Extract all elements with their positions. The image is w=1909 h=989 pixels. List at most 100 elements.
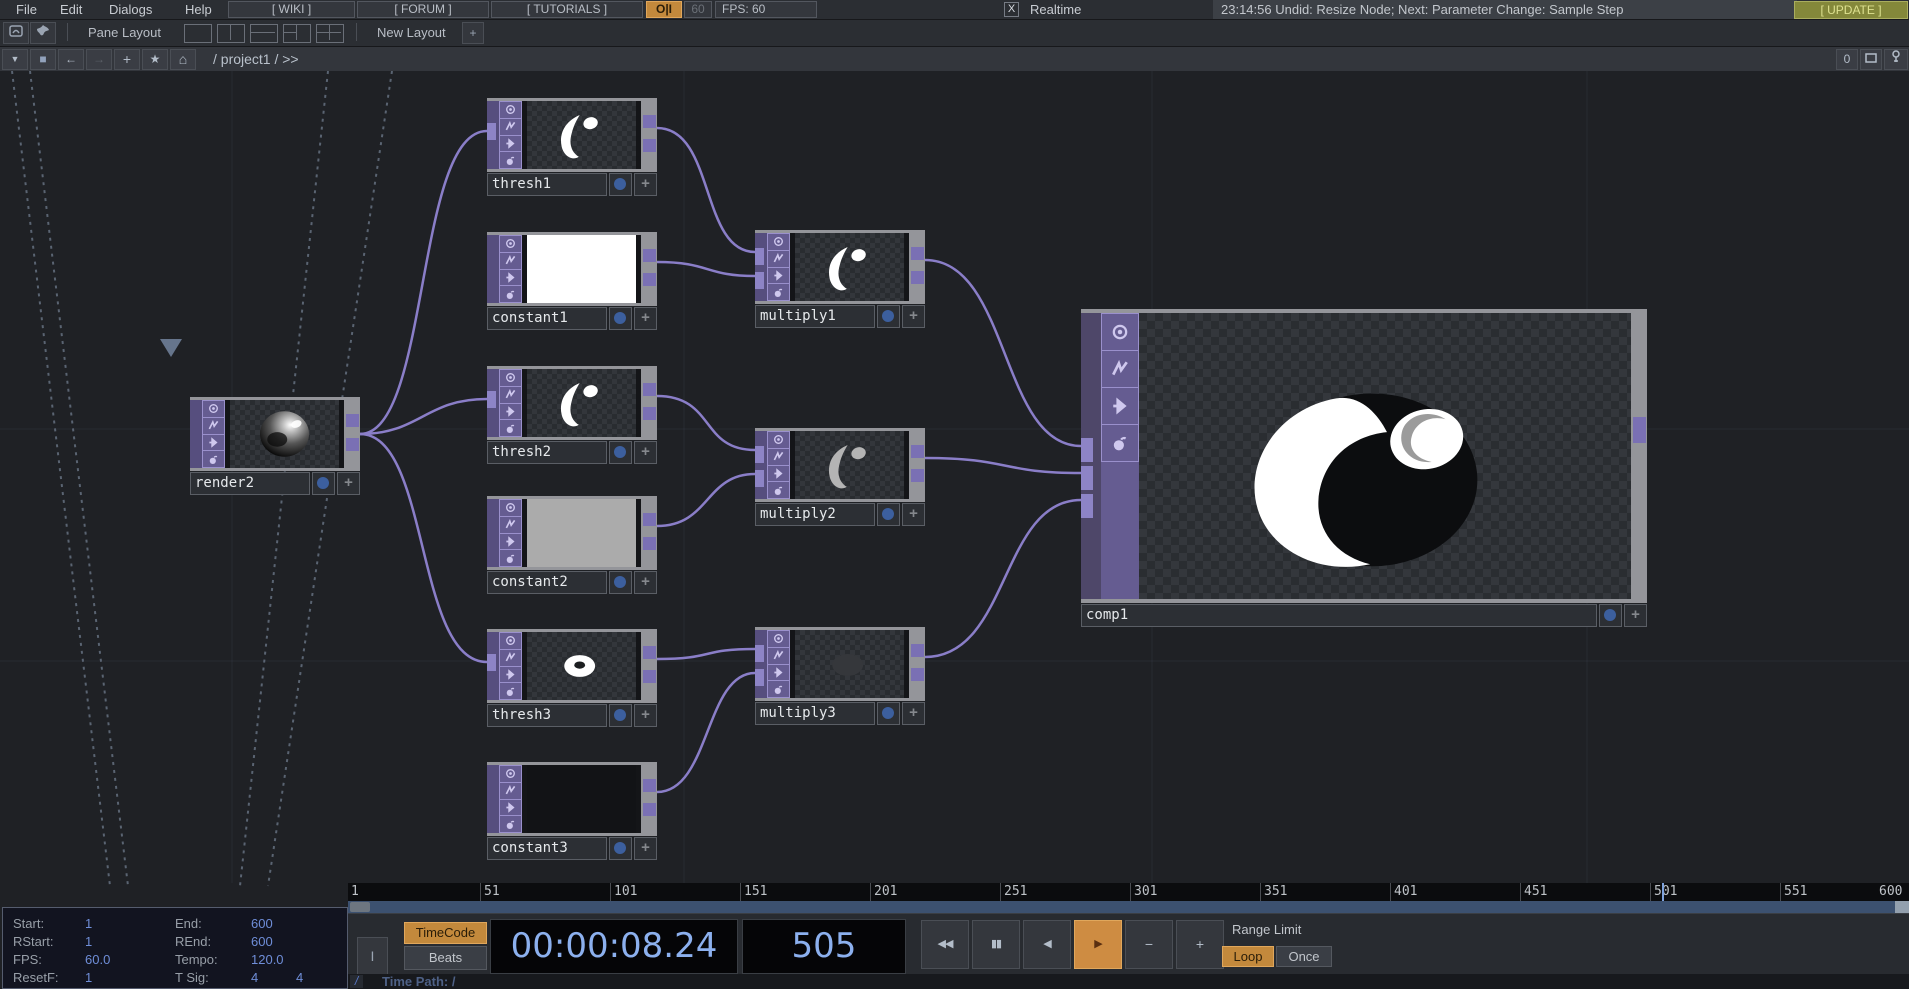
output-connector-strip[interactable]: [641, 101, 657, 169]
bookmarks-button[interactable]: ★: [142, 49, 168, 70]
bypass-flag-icon[interactable]: [499, 385, 522, 403]
display-toggle[interactable]: [877, 702, 900, 725]
input-connector-strip[interactable]: [755, 630, 767, 698]
wiki-button[interactable]: [ WIKI ]: [228, 1, 355, 18]
tutorials-button[interactable]: [ TUTORIALS ]: [491, 1, 643, 18]
input-connector-strip[interactable]: [487, 632, 499, 700]
lock-flag-icon[interactable]: [499, 419, 522, 437]
pin-button[interactable]: [1884, 49, 1908, 70]
playhead[interactable]: [1662, 883, 1664, 901]
lock-flag-icon[interactable]: [767, 680, 790, 698]
beats-mode-button[interactable]: Beats: [404, 946, 487, 970]
viewer-flag-icon[interactable]: [767, 630, 790, 647]
tsig-value-2[interactable]: 4: [296, 968, 303, 988]
pause-button[interactable]: ▮▮: [972, 920, 1020, 969]
update-button[interactable]: [ UPDATE ]: [1794, 1, 1908, 19]
display-toggle[interactable]: [609, 571, 632, 594]
output-connector-strip[interactable]: [641, 765, 657, 833]
expand-button[interactable]: +: [1624, 604, 1647, 627]
fps-value[interactable]: 60.0: [85, 950, 110, 970]
node-constant1[interactable]: constant1 +: [487, 232, 657, 330]
timeline-range-bar[interactable]: [348, 901, 1909, 913]
display-toggle[interactable]: [877, 305, 900, 328]
lock-flag-icon[interactable]: [499, 549, 522, 567]
input-connector-strip[interactable]: [487, 369, 499, 437]
expand-button[interactable]: +: [634, 307, 657, 330]
end-value[interactable]: 600: [251, 914, 273, 934]
node-name[interactable]: render2: [190, 472, 310, 495]
bypass-flag-icon[interactable]: [499, 648, 522, 666]
lock-flag-icon[interactable]: [767, 481, 790, 499]
export-flag-icon[interactable]: [499, 798, 522, 816]
once-button[interactable]: Once: [1276, 946, 1332, 967]
node-thresh3[interactable]: thresh3 +: [487, 629, 657, 727]
input-connector-strip[interactable]: [190, 400, 202, 468]
node-name[interactable]: thresh1: [487, 173, 607, 196]
viewer-flag-icon[interactable]: [499, 369, 522, 386]
expand-button[interactable]: +: [902, 305, 925, 328]
input-connector-strip[interactable]: [755, 233, 767, 301]
viewer-flag-icon[interactable]: [1101, 313, 1139, 350]
expand-button[interactable]: +: [634, 173, 657, 196]
pane-maximize-button[interactable]: [3, 22, 29, 44]
range-end-handle[interactable]: [1895, 901, 1909, 913]
display-toggle[interactable]: [609, 441, 632, 464]
viewer-flag-icon[interactable]: [499, 765, 522, 782]
expand-button[interactable]: +: [902, 503, 925, 526]
forum-button[interactable]: [ FORUM ]: [357, 1, 489, 18]
viewer-flag-icon[interactable]: [499, 632, 522, 649]
node-multiply3[interactable]: multiply3 +: [755, 627, 925, 725]
forward-button[interactable]: →: [86, 49, 112, 70]
expand-button[interactable]: +: [902, 702, 925, 725]
export-flag-icon[interactable]: [499, 134, 522, 152]
lock-flag-icon[interactable]: [202, 450, 225, 468]
menu-dialogs[interactable]: Dialogs: [105, 1, 156, 18]
bypass-flag-icon[interactable]: [202, 416, 225, 434]
output-connector-strip[interactable]: [641, 235, 657, 303]
input-connector-strip[interactable]: [755, 431, 767, 499]
floating-window-button[interactable]: [1860, 49, 1882, 70]
layout-preset-single[interactable]: [184, 24, 212, 43]
resetf-value[interactable]: 1: [85, 968, 92, 988]
input-connector-strip[interactable]: [487, 765, 499, 833]
viewer-flag-icon[interactable]: [499, 499, 522, 516]
input-connector-strip[interactable]: [487, 499, 499, 567]
input-connector-strip[interactable]: [1081, 313, 1101, 599]
pane-type-dropdown[interactable]: ▼: [2, 49, 28, 70]
node-name[interactable]: constant2: [487, 571, 607, 594]
output-connector-strip[interactable]: [909, 233, 925, 301]
play-button[interactable]: ▶: [1074, 920, 1122, 969]
bypass-flag-icon[interactable]: [767, 447, 790, 465]
viewer-flag-icon[interactable]: [767, 233, 790, 250]
bypass-flag-icon[interactable]: [1101, 350, 1139, 387]
open-viewers-toggle[interactable]: O|I: [646, 1, 682, 18]
rstart-value[interactable]: 1: [85, 932, 92, 952]
tsig-value-1[interactable]: 4: [251, 968, 258, 988]
lock-flag-icon[interactable]: [1101, 424, 1139, 462]
export-flag-icon[interactable]: [499, 268, 522, 286]
export-flag-icon[interactable]: [767, 464, 790, 482]
add-bookmark-button[interactable]: +: [114, 49, 140, 70]
display-toggle[interactable]: [609, 837, 632, 860]
node-multiply1[interactable]: multiply1 +: [755, 230, 925, 328]
menu-help[interactable]: Help: [181, 1, 216, 18]
menu-file[interactable]: File: [12, 1, 41, 18]
network-path[interactable]: / project1 / >>: [213, 47, 299, 71]
pane-split-button[interactable]: [30, 22, 56, 44]
node-constant2[interactable]: constant2 +: [487, 496, 657, 594]
node-name[interactable]: multiply1: [755, 305, 875, 328]
node-thresh1[interactable]: thresh1 +: [487, 98, 657, 196]
viewer-flag-icon[interactable]: [202, 400, 225, 417]
node-render2[interactable]: render2 +: [190, 397, 360, 495]
display-toggle[interactable]: [1599, 604, 1622, 627]
step-forward-button[interactable]: +: [1176, 920, 1224, 969]
tempo-value[interactable]: 120.0: [251, 950, 284, 970]
expand-button[interactable]: +: [634, 571, 657, 594]
display-toggle[interactable]: [609, 173, 632, 196]
export-flag-icon[interactable]: [767, 663, 790, 681]
back-button[interactable]: ←: [58, 49, 84, 70]
layout-preset-grid[interactable]: [316, 24, 344, 43]
export-flag-icon[interactable]: [499, 402, 522, 420]
loop-button[interactable]: Loop: [1222, 946, 1274, 967]
node-name[interactable]: constant3: [487, 837, 607, 860]
